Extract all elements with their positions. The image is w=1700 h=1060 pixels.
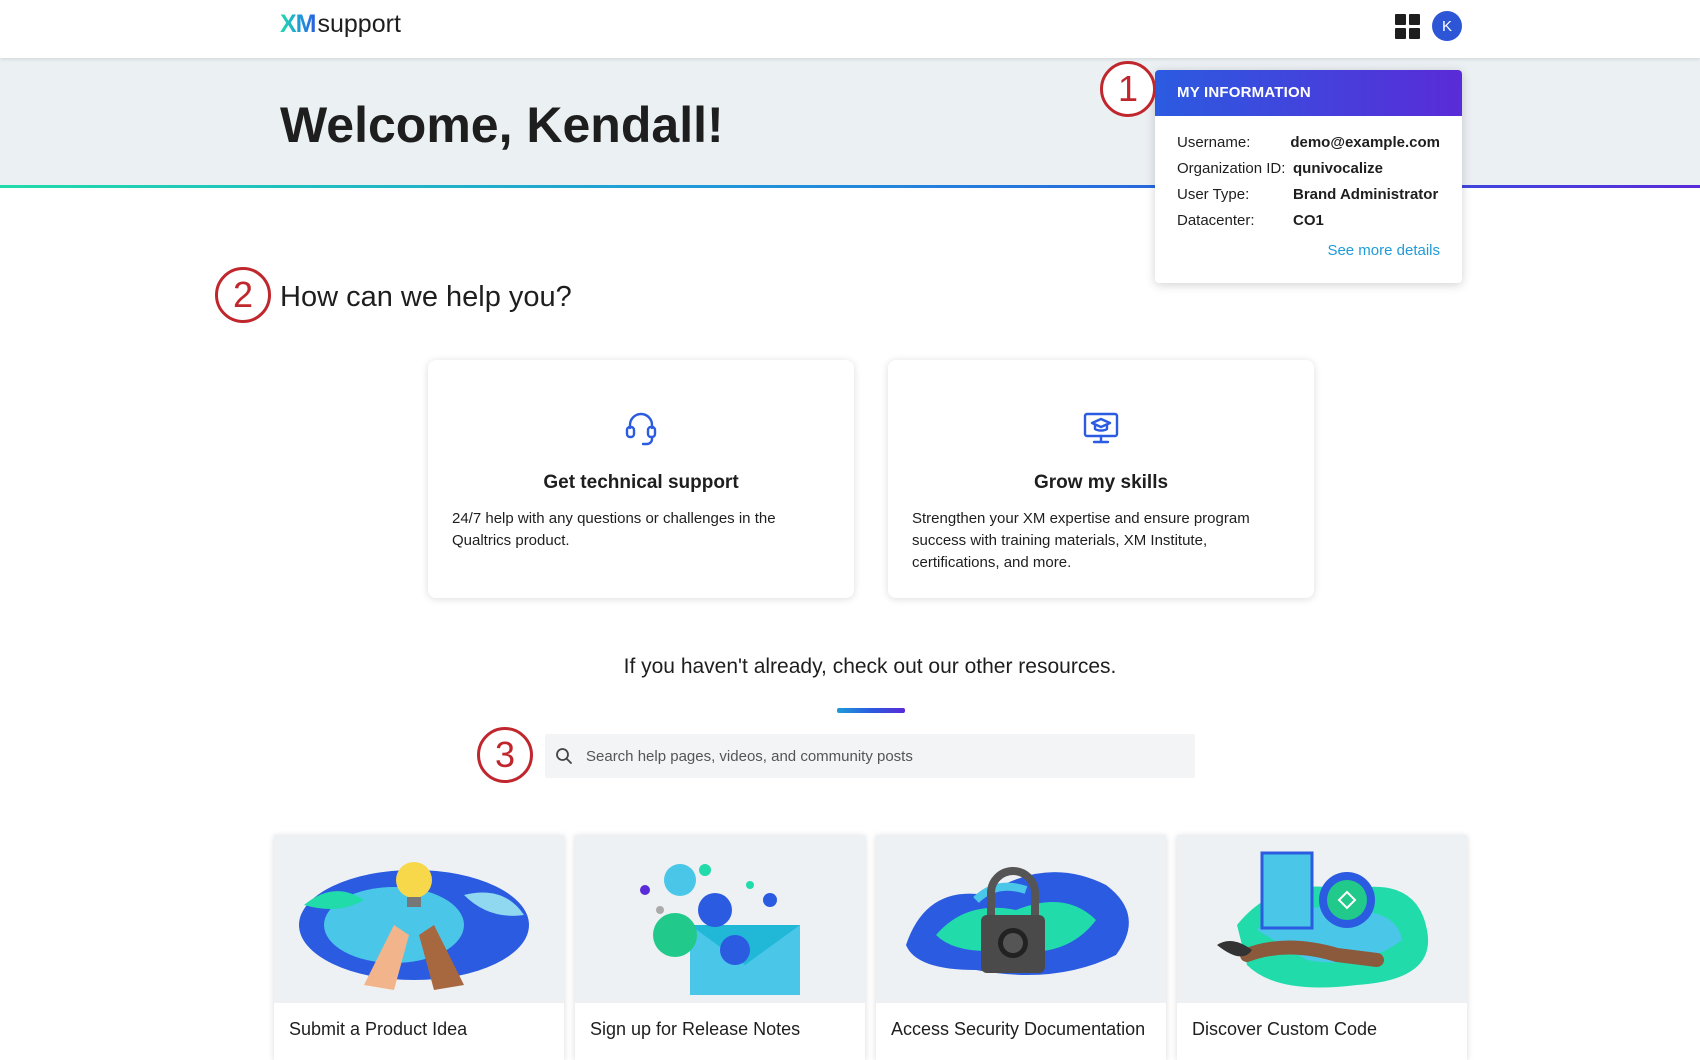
info-value: CO1 [1293,212,1324,229]
search-icon [556,748,572,764]
info-label: Organization ID: [1177,160,1286,177]
info-value: Brand Administrator [1293,186,1439,203]
card-title: Get technical support [543,472,739,493]
tile-security-documentation[interactable]: Access Security Documentation [876,835,1166,1060]
xm-support-logo[interactable]: XM support [280,10,401,39]
search-input[interactable] [584,746,1164,766]
security-documentation-illustration [876,835,1166,1003]
tile-submit-product-idea[interactable]: Submit a Product Idea [274,835,564,1060]
tile-label: Sign up for Release Notes [590,1019,801,1039]
info-label: Datacenter: [1177,212,1255,229]
tile-label: Submit a Product Idea [289,1019,468,1039]
help-section-title: How can we help you? [280,281,572,313]
resources-accent-line [837,708,905,713]
release-notes-illustration [575,835,865,1003]
my-information-card: MY INFORMATION Username: demo@example.co… [1155,70,1462,283]
apps-grid-icon[interactable] [1395,14,1420,39]
user-avatar[interactable]: K [1432,11,1462,41]
info-row-organization-id: Organization ID: qunivocalize [1177,156,1440,182]
info-row-username: Username: demo@example.com [1177,130,1440,156]
info-label: User Type: [1177,186,1250,203]
callout-number-3: 3 [477,727,533,783]
info-value: demo@example.com [1290,134,1440,151]
info-row-datacenter: Datacenter: CO1 [1177,208,1440,234]
top-header: XM support K [0,0,1700,58]
info-label: Username: [1177,134,1251,151]
info-value: qunivocalize [1293,160,1384,177]
logo-xm-text: XM [280,10,316,38]
my-information-rows: Username: demo@example.com Organization … [1155,116,1462,234]
card-description: Strengthen your XM expertise and ensure … [912,510,1250,571]
product-idea-illustration [274,835,564,1003]
card-description: 24/7 help with any questions or challeng… [452,510,776,549]
tile-label: Access Security Documentation [891,1019,1146,1039]
headset-icon [621,408,661,448]
logo-support-text: support [317,10,401,38]
custom-code-illustration [1177,835,1467,1003]
technical-support-card[interactable]: Get technical support 24/7 help with any… [428,360,854,598]
welcome-heading: Welcome, Kendall! [280,97,724,153]
callout-number-2: 2 [215,267,271,323]
see-more-details-link[interactable]: See more details [1327,242,1440,259]
card-title: Grow my skills [1033,472,1169,493]
training-monitor-icon [1081,408,1121,448]
search-bar[interactable] [545,734,1195,778]
callout-number-1: 1 [1100,61,1156,117]
tile-custom-code[interactable]: Discover Custom Code [1177,835,1467,1060]
info-row-user-type: User Type: Brand Administrator [1177,182,1440,208]
tile-label: Discover Custom Code [1192,1019,1378,1039]
resources-heading: If you haven't already, check out our ot… [623,655,1117,678]
grow-skills-card[interactable]: Grow my skills Strengthen your XM expert… [888,360,1314,598]
tile-release-notes[interactable]: Sign up for Release Notes [575,835,865,1060]
my-information-title: MY INFORMATION [1155,70,1462,116]
